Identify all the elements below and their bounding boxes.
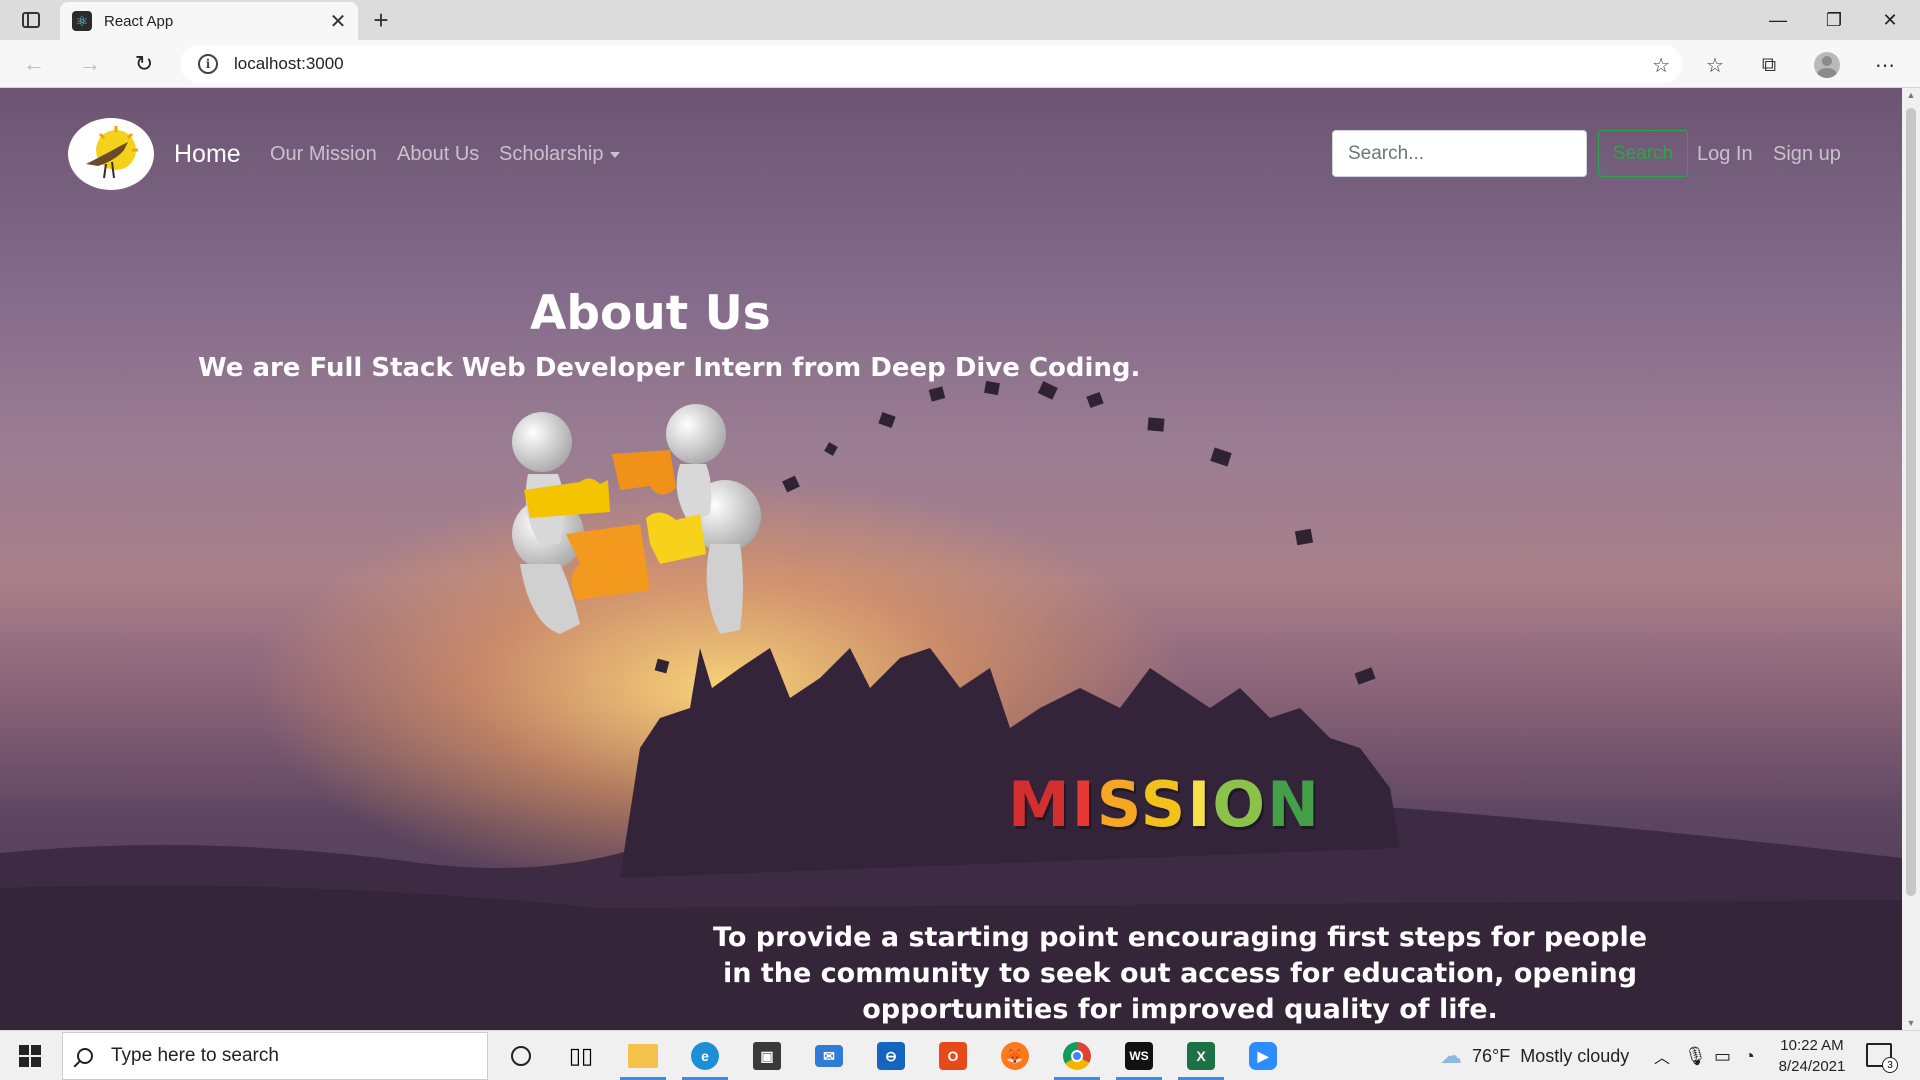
bird-logo-icon <box>86 126 138 179</box>
firefox-icon[interactable]: 🦊 <box>990 1034 1040 1078</box>
site-logo[interactable] <box>68 118 154 190</box>
add-favorite-icon[interactable]: ☆ <box>1652 53 1670 78</box>
taskbar-search-placeholder: Type here to search <box>111 1045 279 1066</box>
clock-date: 8/24/2021 <box>1778 1058 1846 1075</box>
tab-actions-icon <box>22 12 40 28</box>
refresh-button[interactable]: ↻ <box>126 46 162 82</box>
mission-letter: S <box>1096 768 1141 841</box>
browser-tab[interactable]: ⚛ React App ✕ <box>60 2 358 40</box>
address-bar: ← → ↻ i localhost:3000 ☆ ☆ ⧉ ⋯ <box>0 40 1920 88</box>
store-icon[interactable]: ▣ <box>742 1034 792 1078</box>
edge-browser-icon[interactable]: e <box>680 1034 730 1080</box>
search-button[interactable]: Search <box>1598 130 1688 177</box>
profile-button[interactable] <box>1810 48 1844 82</box>
excel-icon[interactable]: X <box>1176 1034 1226 1080</box>
page-scrollbar[interactable]: ▲ ▼ <box>1902 88 1920 1030</box>
mission-letter: I <box>1187 768 1213 841</box>
caret-down-icon <box>609 151 620 158</box>
favorites-icon[interactable]: ☆ <box>1698 48 1732 82</box>
tab-actions-button[interactable] <box>14 8 48 32</box>
mission-statement: To provide a starting point encouraging … <box>700 920 1660 1028</box>
scroll-up-icon[interactable]: ▲ <box>1906 90 1916 100</box>
nav-home-link[interactable]: Home <box>174 140 241 169</box>
mission-letter: O <box>1212 768 1268 841</box>
tab-bar: ⚛ React App ✕ + — ❐ ✕ <box>0 0 1920 40</box>
zoom-icon[interactable]: ▶ <box>1238 1034 1288 1078</box>
mission-graphic: MISSION <box>1008 768 1321 841</box>
scroll-down-icon[interactable]: ▼ <box>1906 1018 1916 1028</box>
mission-line: opportunities for improved quality of li… <box>862 994 1498 1025</box>
system-clock[interactable]: 10:22 AM 8/24/2021 <box>1770 1035 1854 1077</box>
close-tab-icon[interactable]: ✕ <box>324 7 352 35</box>
forward-button[interactable]: → <box>72 46 108 82</box>
scholarship-label: Scholarship <box>499 143 604 165</box>
chrome-icon[interactable] <box>1052 1034 1102 1080</box>
tab-title: React App <box>104 12 174 30</box>
notification-center-icon[interactable]: 3 <box>1866 1043 1898 1073</box>
webstorm-icon[interactable]: WS <box>1114 1034 1164 1080</box>
battery-icon[interactable]: ▭ <box>1714 1031 1731 1080</box>
mission-line: in the community to seek out access for … <box>722 958 1638 989</box>
nav-about-us-link[interactable]: About Us <box>397 143 479 166</box>
weather-widget[interactable]: ☁ 76°F Mostly cloudy <box>1440 1031 1629 1080</box>
site-info-icon[interactable]: i <box>198 54 218 74</box>
about-subtitle: We are Full Stack Web Developer Intern f… <box>198 353 1141 383</box>
scrollbar-thumb[interactable] <box>1906 108 1916 896</box>
url-field[interactable]: i localhost:3000 ☆ <box>180 45 1682 83</box>
notification-badge: 3 <box>1882 1057 1898 1073</box>
microphone-icon[interactable]: 🎙 <box>1684 1031 1707 1080</box>
collections-icon[interactable]: ⧉ <box>1752 48 1786 82</box>
mail-icon[interactable]: ✉ <box>804 1034 854 1078</box>
search-input[interactable] <box>1332 130 1587 177</box>
cortana-icon[interactable] <box>496 1034 546 1078</box>
mission-letter: I <box>1071 768 1097 841</box>
mission-letter: N <box>1267 768 1321 841</box>
office-icon[interactable]: O <box>928 1034 978 1078</box>
search-icon <box>77 1048 93 1064</box>
login-link[interactable]: Log In <box>1697 143 1753 166</box>
signup-link[interactable]: Sign up <box>1773 143 1841 166</box>
mission-letter: M <box>1008 768 1072 841</box>
nav-scholarship-dropdown[interactable]: Scholarship <box>499 143 620 166</box>
restore-button[interactable]: ❐ <box>1806 0 1862 40</box>
minimize-button[interactable]: — <box>1750 0 1806 40</box>
puzzle-team-illustration <box>512 404 761 634</box>
more-options-icon[interactable]: ⋯ <box>1868 48 1902 82</box>
cloud-icon: ☁ <box>1440 1043 1462 1068</box>
mission-line: To provide a starting point encouraging … <box>712 922 1648 953</box>
show-hidden-icons[interactable]: ︿ <box>1654 1031 1670 1080</box>
windows-taskbar: Type here to search ▯▯ e ▣ ✉ ⊖ O 🦊 WS X … <box>0 1030 1920 1080</box>
task-view-icon[interactable]: ▯▯ <box>556 1034 606 1078</box>
windows-start-icon[interactable] <box>12 1041 48 1071</box>
app-icon[interactable]: ⊖ <box>866 1034 916 1078</box>
mission-letter: S <box>1140 768 1188 841</box>
nav-our-mission-link[interactable]: Our Mission <box>270 143 377 166</box>
new-tab-button[interactable]: + <box>366 4 396 36</box>
close-window-button[interactable]: ✕ <box>1862 0 1918 40</box>
wifi-icon[interactable]: ◔ <box>1744 1031 1755 1080</box>
url-text: localhost:3000 <box>234 54 344 73</box>
page-viewport: Home Our Mission About Us Scholarship Se… <box>0 88 1902 1030</box>
back-button[interactable]: ← <box>16 46 52 82</box>
react-favicon-icon: ⚛ <box>72 11 92 31</box>
file-explorer-icon[interactable] <box>618 1034 668 1080</box>
about-title: About Us <box>530 286 771 341</box>
weather-text: 76°F Mostly cloudy <box>1472 1045 1630 1066</box>
clock-time: 10:22 AM <box>1780 1037 1844 1054</box>
background-illustration <box>0 380 1902 1030</box>
avatar <box>1814 52 1840 78</box>
taskbar-search-box[interactable]: Type here to search <box>62 1032 488 1080</box>
